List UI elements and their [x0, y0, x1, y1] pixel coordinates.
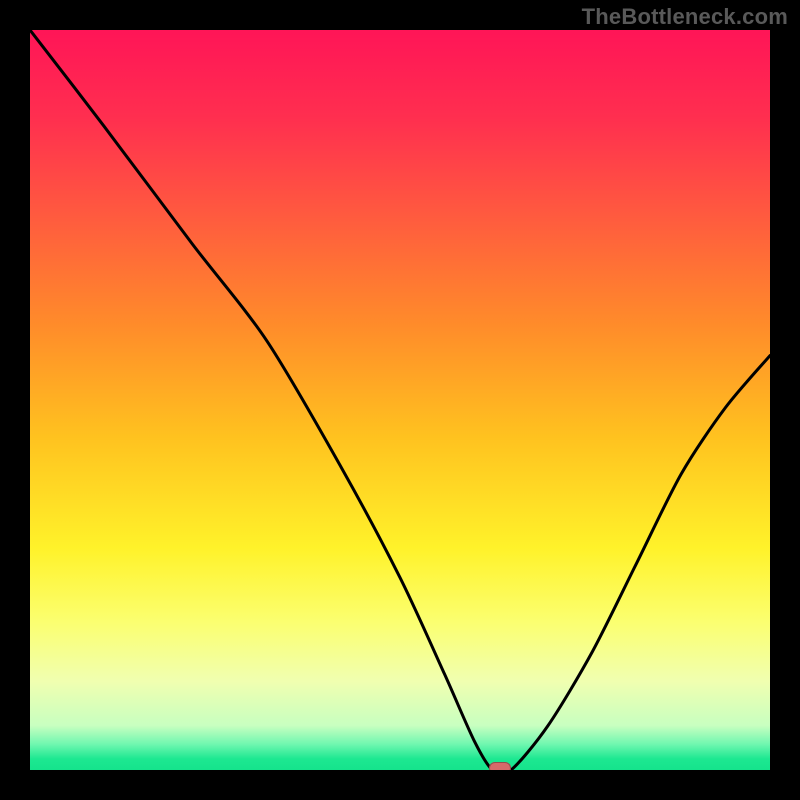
optimal-point-marker [489, 762, 511, 770]
plot-area [30, 30, 770, 770]
chart-frame: TheBottleneck.com [0, 0, 800, 800]
watermark-text: TheBottleneck.com [582, 4, 788, 30]
bottleneck-curve [30, 30, 770, 770]
